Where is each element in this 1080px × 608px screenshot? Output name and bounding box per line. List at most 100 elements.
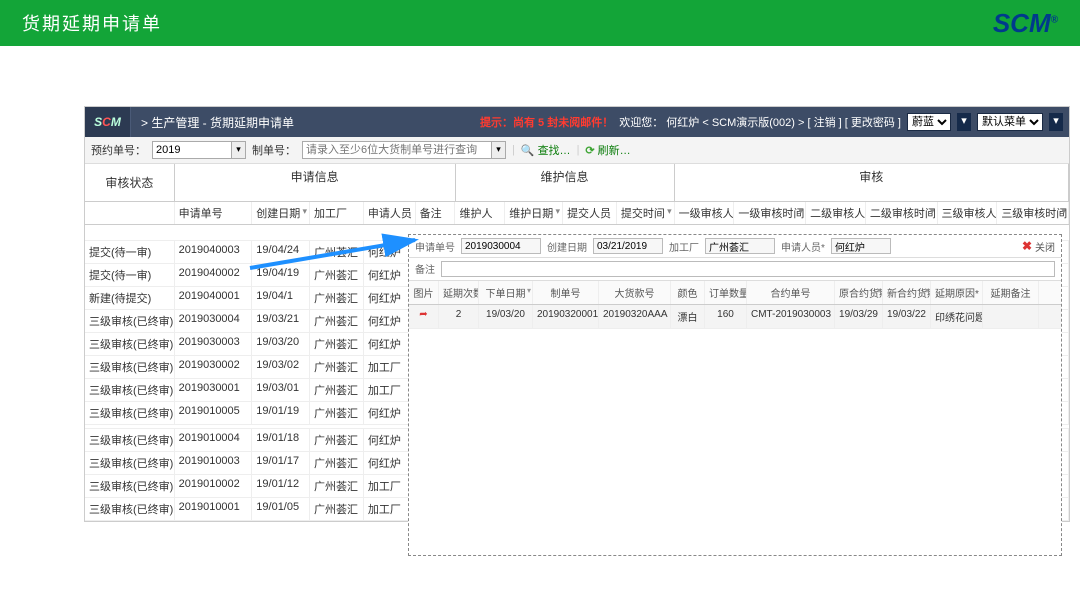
col-a1t[interactable]: 一级审核时间▾ — [734, 202, 806, 224]
group-status: 审核状态 — [85, 164, 175, 201]
funnel-icon[interactable]: ▾ — [667, 206, 672, 217]
welcome-text[interactable]: 欢迎您： 何红炉 < SCM演示版(002) > [ 注销 ] [ 更改密码 ] — [619, 114, 901, 130]
popup-factory-input[interactable] — [705, 238, 775, 254]
popup-header: 申请单号 创建日期 加工厂 申请人员* ✖关闭 — [409, 235, 1061, 258]
pcol-reason[interactable]: 延期原因* — [931, 281, 983, 304]
ctrl-dd-icon[interactable]: ▾ — [492, 141, 506, 159]
group-audit: 审核 — [675, 164, 1069, 201]
cell-no: 2019030003 — [175, 333, 253, 355]
cell-factory: 广州荟汇 — [310, 475, 364, 497]
pcol-img[interactable]: 图片 — [409, 281, 439, 304]
popup-remark-input[interactable] — [441, 261, 1055, 277]
cell-status: 三级审核(已终审) — [85, 429, 175, 451]
preorder-input[interactable] — [152, 141, 232, 159]
close-icon: ✖ — [1022, 239, 1032, 253]
funnel-icon[interactable]: ▾ — [527, 286, 531, 295]
theme-dd-icon[interactable]: ▾ — [957, 113, 971, 131]
find-button[interactable]: 🔍查找… — [521, 142, 571, 158]
popup-d1: 19/03/29 — [835, 305, 883, 328]
col-a1p[interactable]: 一级审核人 — [675, 202, 735, 224]
col-remark[interactable]: 备注 — [416, 202, 456, 224]
popup-d2: 19/03/22 — [883, 305, 931, 328]
cell-date: 19/03/02 — [252, 356, 310, 378]
menu-dd-icon[interactable]: ▾ — [1049, 113, 1063, 131]
funnel-icon[interactable]: ▾ — [303, 206, 308, 217]
col-a3p[interactable]: 三级审核人 — [938, 202, 998, 224]
funnel-icon[interactable]: ▾ — [925, 286, 929, 295]
preorder-dd-icon[interactable]: ▾ — [232, 141, 246, 159]
pcol-cnum[interactable]: 制单号 — [533, 281, 599, 304]
pcol-d2[interactable]: 新合约货期▾ — [883, 281, 931, 304]
ctrl-label: 制单号： — [252, 142, 296, 158]
popup-applicant-input[interactable] — [831, 238, 891, 254]
refresh-button[interactable]: ⟳刷新… — [585, 142, 630, 158]
col-create-date[interactable]: 创建日期▾ — [252, 202, 310, 224]
col-a2p[interactable]: 二级审核人 — [806, 202, 866, 224]
funnel-icon[interactable]: ▾ — [1061, 206, 1066, 217]
popup-cargo: 20190320AAA — [599, 305, 671, 328]
col-maint-date[interactable]: 维护日期▾ — [505, 202, 563, 224]
cell-date: 19/01/12 — [252, 475, 310, 497]
menu-select[interactable]: 默认菜单 — [977, 113, 1043, 131]
popup-createdate-input[interactable] — [593, 238, 663, 254]
funnel-icon[interactable]: ▾ — [877, 286, 881, 295]
pcol-odate[interactable]: 下单日期▾ — [479, 281, 533, 304]
col-a3t[interactable]: 三级审核时间▾ — [997, 202, 1069, 224]
col-maint-person[interactable]: 维护人 — [455, 202, 505, 224]
pcol-contract[interactable]: 合约单号 — [747, 281, 835, 304]
cell-factory: 广州荟汇 — [310, 333, 364, 355]
search-icon: 🔍 — [521, 144, 535, 157]
cell-factory: 广州荟汇 — [310, 287, 364, 309]
cell-status: 三级审核(已终审) — [85, 452, 175, 474]
pcol-qty[interactable]: 订单数量 — [705, 281, 747, 304]
cell-no: 2019030004 — [175, 310, 253, 332]
popup-applicant-label: 申请人员* — [781, 239, 825, 254]
col-submit-person[interactable]: 提交人员 — [563, 202, 617, 224]
pcol-color[interactable]: 颜色 — [671, 281, 705, 304]
cell-status: 三级审核(已终审) — [85, 310, 175, 332]
header-groups: 审核状态 申请信息 维护信息 审核 — [85, 164, 1069, 202]
funnel-icon[interactable]: ▾ — [930, 206, 935, 217]
pcol-cargo[interactable]: 大货款号 — [599, 281, 671, 304]
page-header: 货期延期申请单 SCM® — [0, 0, 1080, 46]
theme-select[interactable]: 蔚蓝 — [907, 113, 951, 131]
ctrl-input[interactable] — [302, 141, 492, 159]
cell-date: 19/01/19 — [252, 402, 310, 424]
cell-no: 2019040001 — [175, 287, 253, 309]
cell-no: 2019010003 — [175, 452, 253, 474]
popup-remark-label: 备注 — [415, 261, 441, 277]
cell-status: 三级审核(已终审) — [85, 356, 175, 378]
cell-no: 2019030001 — [175, 379, 253, 401]
cell-factory: 广州荟汇 — [310, 379, 364, 401]
pcol-d1[interactable]: 原合约货期▾ — [835, 281, 883, 304]
popup-cnum: 20190320001 — [533, 305, 599, 328]
popup-row[interactable]: ➦ 2 19/03/20 20190320001 20190320AAA 漂白 … — [409, 305, 1061, 329]
cell-factory: 广州荟汇 — [310, 402, 364, 424]
cell-status: 新建(待提交) — [85, 287, 175, 309]
funnel-icon[interactable]: ▾ — [799, 206, 804, 217]
pcol-times[interactable]: 延期次数 — [439, 281, 479, 304]
toolbar: 预约单号： ▾ 制单号： ▾ | 🔍查找… | ⟳刷新… — [85, 137, 1069, 164]
cell-factory: 广州荟汇 — [310, 241, 364, 263]
col-a2t[interactable]: 二级审核时间▾ — [866, 202, 938, 224]
cell-status: 提交(待一审) — [85, 264, 175, 286]
popup-remark-row: 备注 — [409, 258, 1061, 281]
col-submit-time[interactable]: 提交时间▾ — [617, 202, 675, 224]
cell-date: 19/01/18 — [252, 429, 310, 451]
page-title: 货期延期申请单 — [22, 10, 162, 36]
cell-date: 19/04/24 — [252, 241, 310, 263]
popup-applyno-input[interactable] — [461, 238, 541, 254]
popup-contract: CMT-2019030003 — [747, 305, 835, 328]
funnel-icon[interactable]: ▾ — [556, 206, 561, 217]
popup-img-icon[interactable]: ➦ — [409, 305, 439, 328]
col-applicant[interactable]: 申请人员 — [364, 202, 416, 224]
cell-date: 19/03/01 — [252, 379, 310, 401]
popup-color: 漂白 — [671, 305, 705, 328]
pcol-note[interactable]: 延期备注 — [983, 281, 1039, 304]
col-factory[interactable]: 加工厂 — [310, 202, 364, 224]
breadcrumb: > 生产管理 - 货期延期申请单 — [131, 114, 304, 131]
popup-close-button[interactable]: ✖关闭 — [1022, 239, 1055, 254]
col-apply-no[interactable]: 申请单号 — [175, 202, 253, 224]
cell-date: 19/03/20 — [252, 333, 310, 355]
cell-date: 19/01/05 — [252, 498, 310, 520]
